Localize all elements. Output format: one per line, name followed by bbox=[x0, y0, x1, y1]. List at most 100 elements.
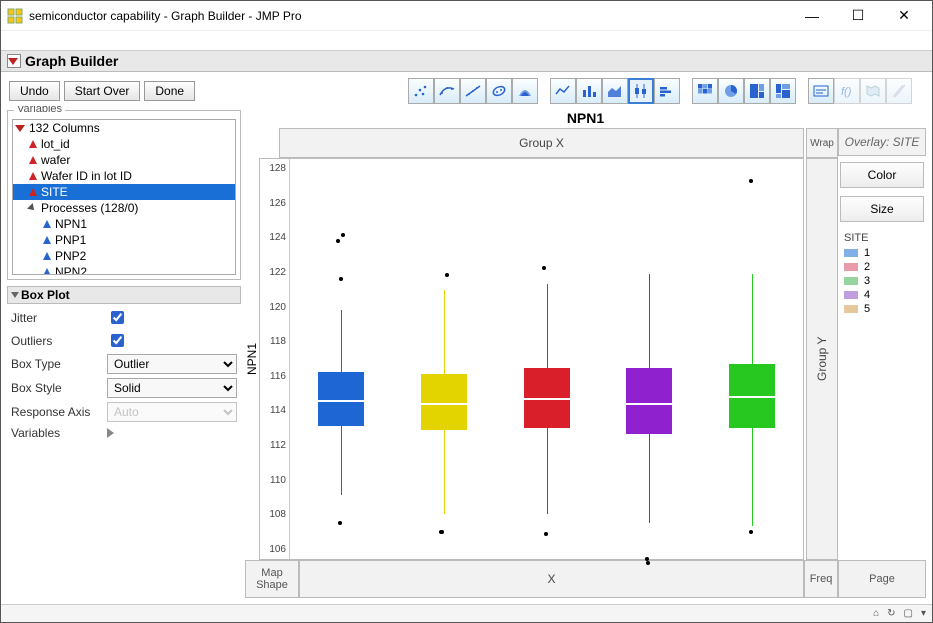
column-label: NPN1 bbox=[55, 217, 87, 231]
parallel-tool[interactable] bbox=[886, 78, 912, 104]
disclose-button[interactable] bbox=[7, 54, 21, 68]
column-label: SITE bbox=[41, 185, 68, 199]
boxplot-tool[interactable] bbox=[628, 78, 654, 104]
line-tool[interactable] bbox=[550, 78, 576, 104]
boxstyle-select[interactable]: Solid bbox=[107, 378, 237, 398]
window-title: semiconductor capability - Graph Builder… bbox=[29, 9, 798, 23]
continuous-icon bbox=[43, 220, 51, 228]
column-item[interactable]: Wafer ID in lot ID bbox=[13, 168, 235, 184]
triangle-right-icon[interactable] bbox=[107, 428, 114, 438]
heatmap-tool[interactable] bbox=[692, 78, 718, 104]
outliers-checkbox[interactable] bbox=[111, 334, 124, 347]
nominal-icon bbox=[29, 172, 37, 180]
map-tool[interactable] bbox=[860, 78, 886, 104]
legend-swatch bbox=[844, 249, 858, 257]
line-of-fit-tool[interactable] bbox=[460, 78, 486, 104]
window-minimize-button[interactable]: — bbox=[798, 8, 826, 24]
column-label: NPN2 bbox=[55, 265, 87, 275]
boxtype-select[interactable]: Outlier bbox=[107, 354, 237, 374]
column-label: PNP2 bbox=[55, 249, 86, 263]
jitter-checkbox[interactable] bbox=[111, 311, 124, 324]
variables-panel: Variables 132 Columns lot_idwaferWafer I… bbox=[7, 110, 241, 280]
menu-bar bbox=[1, 31, 932, 51]
column-item[interactable]: wafer bbox=[13, 152, 235, 168]
legend-label: 2 bbox=[864, 261, 870, 273]
legend-label: 5 bbox=[864, 303, 870, 315]
status-bar: ⌂ ↻ ▢ ▾ bbox=[1, 604, 932, 622]
legend-item[interactable]: 4 bbox=[844, 289, 920, 301]
column-item[interactable]: PNP2 bbox=[13, 248, 235, 264]
legend-label: 1 bbox=[864, 247, 870, 259]
square-icon[interactable]: ▢ bbox=[904, 608, 913, 619]
contour-tool[interactable] bbox=[512, 78, 538, 104]
groupx-dropzone[interactable]: Group X bbox=[279, 128, 804, 158]
pie-tool[interactable] bbox=[718, 78, 744, 104]
column-label: Wafer ID in lot ID bbox=[41, 169, 132, 183]
caption-tool[interactable] bbox=[808, 78, 834, 104]
columns-count: 132 Columns bbox=[29, 121, 100, 135]
mosaic-tool[interactable] bbox=[770, 78, 796, 104]
element-toolbar: f() bbox=[408, 78, 924, 104]
y-axis-label: NPN1 bbox=[245, 343, 259, 375]
window-maximize-button[interactable]: ☐ bbox=[844, 7, 872, 24]
done-button[interactable]: Done bbox=[144, 81, 195, 101]
legend-item[interactable]: 1 bbox=[844, 247, 920, 259]
respaxis-label: Response Axis bbox=[11, 405, 107, 419]
outliers-label: Outliers bbox=[11, 334, 107, 348]
smoother-tool[interactable] bbox=[434, 78, 460, 104]
start-over-button[interactable]: Start Over bbox=[64, 81, 141, 101]
freq-dropzone[interactable]: Freq bbox=[804, 560, 838, 598]
legend-item[interactable]: 3 bbox=[844, 275, 920, 287]
variables-label: Variables bbox=[11, 426, 107, 440]
jitter-label: Jitter bbox=[11, 311, 107, 325]
mapshape-dropzone[interactable]: Map Shape bbox=[245, 560, 299, 598]
wrap-dropzone[interactable]: Wrap bbox=[806, 128, 838, 158]
legend-item[interactable]: 2 bbox=[844, 261, 920, 273]
x-dropzone[interactable]: X bbox=[299, 560, 804, 598]
undo-button[interactable]: Undo bbox=[9, 81, 60, 101]
color-dropzone[interactable]: Color bbox=[840, 162, 924, 188]
window-titlebar: semiconductor capability - Graph Builder… bbox=[1, 1, 932, 31]
reload-icon[interactable]: ↻ bbox=[887, 608, 895, 619]
respaxis-select: Auto bbox=[107, 402, 237, 422]
bar-tool[interactable] bbox=[576, 78, 602, 104]
points-tool[interactable] bbox=[408, 78, 434, 104]
column-item[interactable]: Processes (128/0) bbox=[13, 200, 235, 216]
home-icon[interactable]: ⌂ bbox=[873, 608, 879, 619]
column-item[interactable]: NPN1 bbox=[13, 216, 235, 232]
nominal-icon bbox=[29, 156, 37, 164]
treemap-tool[interactable] bbox=[744, 78, 770, 104]
formula-tool[interactable]: f() bbox=[834, 78, 860, 104]
legend-header: SITE bbox=[844, 232, 920, 244]
page-dropzone[interactable]: Page bbox=[838, 560, 926, 598]
column-label: lot_id bbox=[41, 137, 70, 151]
area-tool[interactable] bbox=[602, 78, 628, 104]
boxtype-label: Box Type bbox=[11, 357, 107, 371]
overlay-dropzone[interactable]: Overlay: SITE bbox=[838, 128, 926, 156]
column-item[interactable]: NPN2 bbox=[13, 264, 235, 275]
y-axis-ticks: 128126124122120118116114112110108106 bbox=[260, 159, 290, 559]
nominal-icon bbox=[29, 140, 37, 148]
column-label: wafer bbox=[41, 153, 70, 167]
size-dropzone[interactable]: Size bbox=[840, 196, 924, 222]
columns-list[interactable]: 132 Columns lot_idwafer Wafer ID in lot I… bbox=[12, 119, 236, 275]
column-item[interactable]: SITE bbox=[13, 184, 235, 200]
groupy-dropzone[interactable]: Group Y bbox=[806, 158, 838, 560]
window-close-button[interactable]: ✕ bbox=[890, 7, 918, 24]
column-item[interactable]: PNP1 bbox=[13, 232, 235, 248]
histogram-tool[interactable] bbox=[654, 78, 680, 104]
column-item[interactable]: lot_id bbox=[13, 136, 235, 152]
ellipse-tool[interactable] bbox=[486, 78, 512, 104]
legend-swatch bbox=[844, 291, 858, 299]
plot-area[interactable] bbox=[290, 159, 803, 559]
columns-header[interactable]: 132 Columns bbox=[13, 120, 235, 136]
nominal-icon bbox=[29, 188, 37, 196]
boxplot-section-title: Box Plot bbox=[21, 288, 70, 302]
chart-title: NPN1 bbox=[245, 108, 926, 128]
section-header[interactable]: Graph Builder bbox=[1, 51, 932, 72]
group-icon bbox=[27, 203, 37, 213]
legend: SITE 1 2 3 4 5 bbox=[838, 226, 926, 323]
legend-item[interactable]: 5 bbox=[844, 303, 920, 315]
dropdown-icon[interactable]: ▾ bbox=[921, 608, 926, 619]
boxplot-section-header[interactable]: Box Plot bbox=[7, 286, 241, 304]
